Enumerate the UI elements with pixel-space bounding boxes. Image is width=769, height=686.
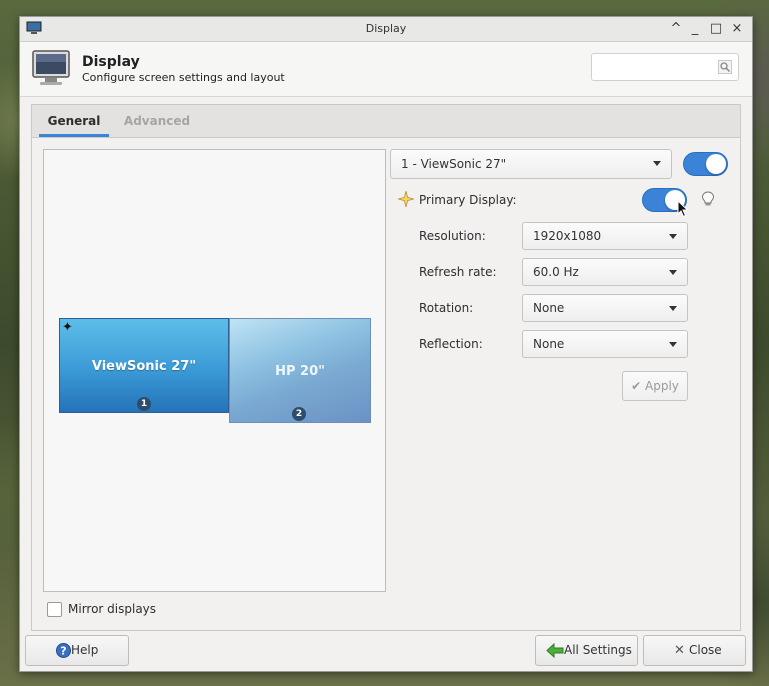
chevron-down-icon: [653, 161, 661, 166]
primary-display-label: Primary Display:: [419, 193, 517, 207]
display-layout-preview[interactable]: ✦ ViewSonic 27" 1 HP 20" 2: [43, 149, 386, 592]
close-button[interactable]: ✕ Close: [643, 635, 746, 666]
title-bar[interactable]: Display ^ _ □ ×: [20, 17, 752, 42]
tab-general-label: General: [47, 114, 101, 128]
page-title: Display: [82, 54, 140, 70]
window-title: Display: [365, 22, 407, 35]
display-selector[interactable]: 1 - ViewSonic 27": [390, 149, 672, 179]
monitor-1-number: 1: [137, 397, 151, 411]
search-icon[interactable]: [718, 60, 732, 74]
reflection-value: None: [533, 337, 565, 351]
maximize-button[interactable]: □: [707, 19, 725, 39]
close-window-button[interactable]: ×: [728, 19, 746, 39]
rotation-value: None: [533, 301, 565, 315]
monitor-2-number: 2: [292, 407, 306, 421]
minimize-button[interactable]: _: [686, 19, 704, 39]
search-box: [591, 53, 739, 81]
monitor-preview-1[interactable]: ✦ ViewSonic 27" 1: [59, 318, 229, 413]
close-icon: ✕: [674, 643, 685, 658]
display-settings-window: Display ^ _ □ × Display Configure screen…: [19, 16, 753, 672]
monitor-preview-2[interactable]: HP 20" 2: [229, 318, 371, 423]
all-settings-button[interactable]: All Settings: [535, 635, 638, 666]
rotation-label: Rotation:: [419, 301, 474, 315]
tab-general[interactable]: General: [39, 105, 109, 137]
tab-advanced[interactable]: Advanced: [122, 105, 192, 137]
resolution-select[interactable]: 1920x1080: [522, 222, 688, 250]
display-selector-value: 1 - ViewSonic 27": [401, 157, 507, 171]
monitor-1-name: ViewSonic 27": [91, 359, 197, 374]
reflection-label: Reflection:: [419, 337, 483, 351]
monitor-icon: [32, 50, 70, 85]
shade-button[interactable]: ^: [667, 19, 685, 39]
resolution-label: Resolution:: [419, 229, 486, 243]
resolution-value: 1920x1080: [533, 229, 602, 243]
chevron-down-icon: [669, 306, 677, 311]
refresh-rate-value: 60.0 Hz: [533, 265, 579, 279]
chevron-down-icon: [669, 342, 677, 347]
primary-display-star-icon: [398, 191, 414, 207]
switch-knob: [706, 154, 726, 174]
dialog-header: Display Configure screen settings and la…: [20, 42, 752, 97]
mirror-displays-checkbox[interactable]: [47, 602, 62, 617]
tab-bar: General Advanced: [32, 105, 740, 138]
refresh-rate-select[interactable]: 60.0 Hz: [522, 258, 688, 286]
apply-button[interactable]: ✔ Apply: [622, 371, 688, 401]
help-button[interactable]: ? Help: [25, 635, 129, 666]
mirror-displays-label: Mirror displays: [68, 602, 157, 616]
active-tab-indicator: [39, 134, 109, 137]
settings-notebook: General Advanced ✦ ViewSonic 27" 1 HP 20…: [31, 104, 741, 631]
page-subtitle: Configure screen settings and layout: [82, 71, 285, 84]
reflection-select[interactable]: None: [522, 330, 688, 358]
chevron-down-icon: [669, 234, 677, 239]
chevron-down-icon: [669, 270, 677, 275]
display-enable-switch[interactable]: [683, 152, 728, 176]
help-button-label: Help: [71, 643, 99, 657]
apply-button-label: Apply: [645, 379, 679, 393]
all-settings-button-label: All Settings: [564, 643, 632, 657]
lightbulb-icon[interactable]: [701, 191, 715, 207]
tab-advanced-label: Advanced: [123, 114, 191, 128]
rotation-select[interactable]: None: [522, 294, 688, 322]
monitor-2-name: HP 20": [275, 364, 325, 379]
primary-star-icon: ✦: [62, 320, 73, 335]
search-input[interactable]: [596, 55, 720, 81]
refresh-rate-label: Refresh rate:: [419, 265, 497, 279]
back-arrow-icon: [546, 643, 564, 658]
mouse-cursor-icon: [677, 200, 689, 218]
checkmark-icon: ✔: [631, 379, 642, 393]
close-button-label: Close: [689, 643, 722, 657]
svg-text:?: ?: [60, 645, 66, 658]
help-icon: ?: [56, 643, 71, 658]
